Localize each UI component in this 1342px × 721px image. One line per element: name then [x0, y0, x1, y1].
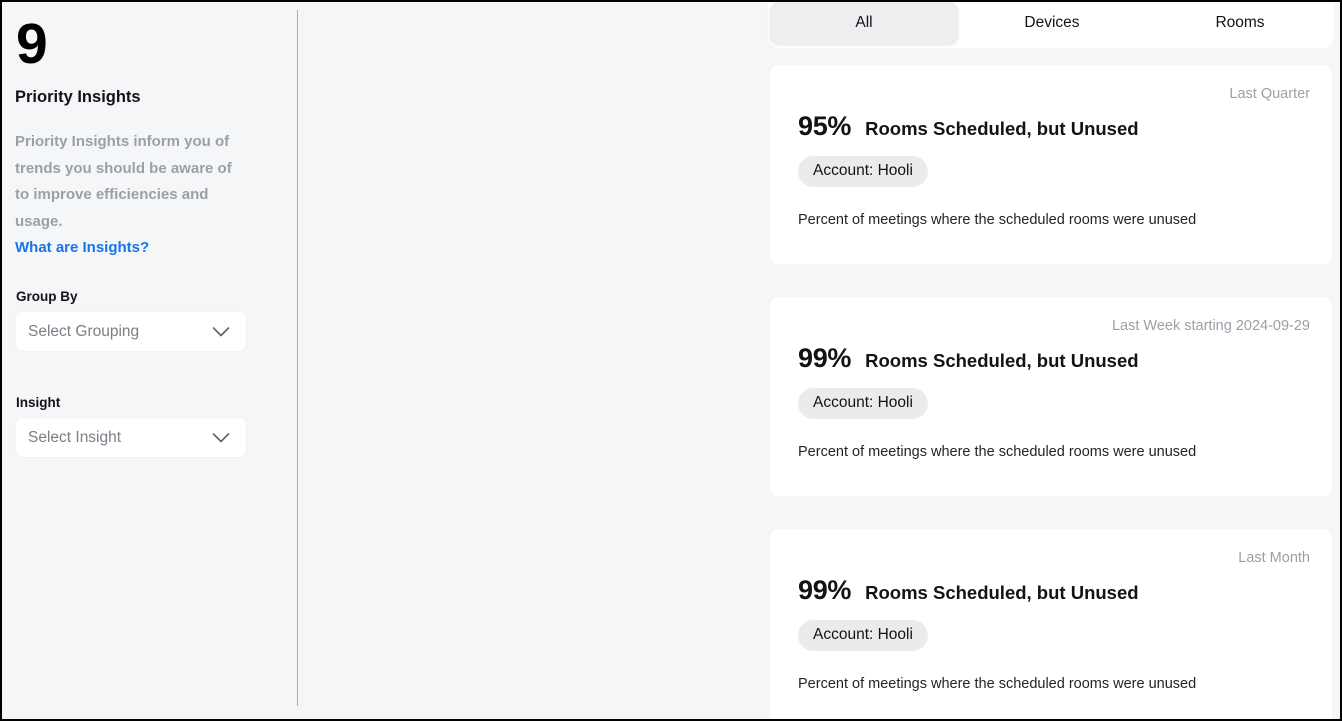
insight-card[interactable]: Last Month 99% Rooms Scheduled, but Unus…: [770, 529, 1332, 719]
insight-label: Insight: [16, 395, 61, 410]
group-by-field: Group By Select Grouping: [16, 289, 246, 351]
card-headline: 99% Rooms Scheduled, but Unused: [798, 575, 1304, 606]
what-are-insights-link[interactable]: What are Insights?: [15, 235, 286, 262]
page-title: Priority Insights: [15, 88, 141, 106]
card-period: Last Quarter: [1229, 86, 1310, 102]
priority-insights-sidebar: 9 Priority Insights Priority Insights in…: [2, 2, 298, 719]
chevron-down-icon: [212, 326, 230, 338]
insights-main-panel: All Devices Rooms Last Quarter 95% Rooms…: [298, 2, 1340, 719]
account-chip: Account: Hooli: [798, 388, 928, 419]
sidebar-description: Priority Insights inform you of trends y…: [15, 133, 232, 230]
insight-card[interactable]: Last Week starting 2024-09-29 99% Rooms …: [770, 297, 1332, 496]
insight-filter-tabs: All Devices Rooms: [768, 2, 1334, 48]
card-percent: 95%: [798, 111, 852, 141]
card-description: Percent of meetings where the scheduled …: [798, 443, 1197, 460]
card-description: Percent of meetings where the scheduled …: [798, 675, 1197, 692]
group-by-select[interactable]: Select Grouping: [16, 312, 246, 351]
card-title: Rooms Scheduled, but Unused: [865, 582, 1139, 603]
card-period: Last Month: [1238, 550, 1310, 566]
insight-value: Select Insight: [28, 428, 122, 446]
chevron-down-icon: [212, 432, 230, 444]
card-percent: 99%: [798, 575, 852, 605]
account-chip: Account: Hooli: [798, 156, 928, 187]
group-by-label: Group By: [16, 289, 78, 304]
card-headline: 95% Rooms Scheduled, but Unused: [798, 111, 1304, 142]
app-window: 9 Priority Insights Priority Insights in…: [0, 0, 1342, 721]
tab-devices[interactable]: Devices: [958, 2, 1146, 44]
card-title: Rooms Scheduled, but Unused: [865, 118, 1139, 139]
account-chip: Account: Hooli: [798, 620, 928, 651]
tab-rooms[interactable]: Rooms: [1146, 2, 1334, 44]
insight-card-list: Last Quarter 95% Rooms Scheduled, but Un…: [770, 65, 1332, 719]
card-description: Percent of meetings where the scheduled …: [798, 211, 1197, 228]
card-period: Last Week starting 2024-09-29: [1111, 318, 1310, 334]
card-percent: 99%: [798, 343, 852, 373]
insight-card[interactable]: Last Quarter 95% Rooms Scheduled, but Un…: [770, 65, 1332, 264]
group-by-value: Select Grouping: [28, 322, 140, 340]
card-title: Rooms Scheduled, but Unused: [865, 350, 1139, 371]
insight-count: 9: [16, 12, 48, 76]
insight-select[interactable]: Select Insight: [16, 418, 246, 457]
card-headline: 99% Rooms Scheduled, but Unused: [798, 343, 1304, 374]
tab-all[interactable]: All: [770, 2, 958, 44]
insight-field: Insight Select Insight: [16, 395, 246, 457]
